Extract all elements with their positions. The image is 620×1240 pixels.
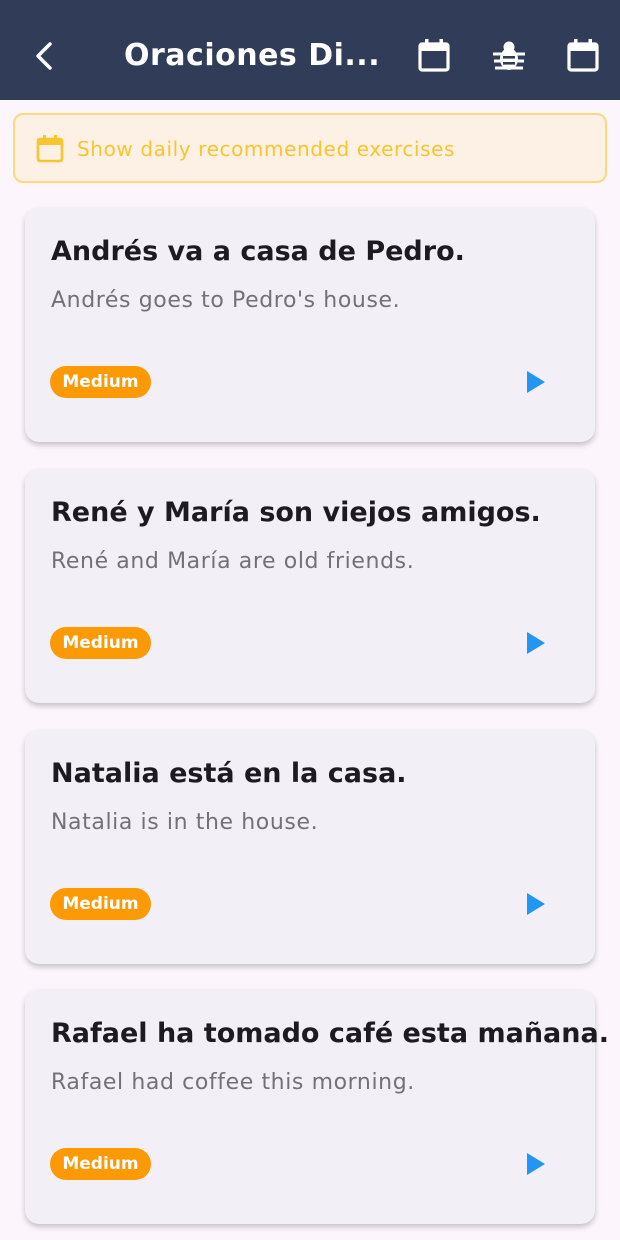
translation-text: Natalia is in the house. xyxy=(51,810,319,835)
sentence-card[interactable]: Rafael ha tomado café esta mañana. Rafae… xyxy=(25,990,609,1224)
bug-icon[interactable] xyxy=(489,36,529,76)
page-title: Oraciones Di... xyxy=(124,38,381,73)
app-bar: Oraciones Di... xyxy=(0,0,620,100)
translation-text: René and María are old friends. xyxy=(51,549,415,574)
difficulty-badge: Medium xyxy=(50,627,151,659)
play-icon[interactable] xyxy=(523,369,549,395)
difficulty-badge: Medium xyxy=(50,1148,151,1180)
calendar-icon[interactable] xyxy=(414,36,454,76)
play-icon[interactable] xyxy=(523,630,549,656)
back-arrow-icon[interactable] xyxy=(26,36,66,76)
calendar-icon[interactable] xyxy=(563,36,603,76)
play-icon[interactable] xyxy=(523,1151,549,1177)
translation-text: Andrés goes to Pedro's house. xyxy=(51,288,401,313)
sentence-card[interactable]: Andrés va a casa de Pedro. Andrés goes t… xyxy=(25,208,595,442)
difficulty-badge: Medium xyxy=(50,366,151,398)
play-icon[interactable] xyxy=(523,891,549,917)
sentence-card[interactable]: Natalia está en la casa. Natalia is in t… xyxy=(25,730,595,964)
banner-text: Show daily recommended exercises xyxy=(77,137,456,161)
sentence-card[interactable]: René y María son viejos amigos. René and… xyxy=(25,469,595,703)
sentence-text: René y María son viejos amigos. xyxy=(51,497,541,528)
calendar-icon xyxy=(35,134,65,164)
translation-text: Rafael had coffee this morning. xyxy=(51,1070,415,1095)
sentence-text: Natalia está en la casa. xyxy=(51,758,407,789)
sentence-text: Andrés va a casa de Pedro. xyxy=(51,236,465,267)
sentence-text: Rafael ha tomado café esta mañana. xyxy=(51,1018,609,1049)
difficulty-badge: Medium xyxy=(50,888,151,920)
daily-exercises-banner[interactable]: Show daily recommended exercises xyxy=(13,113,607,183)
